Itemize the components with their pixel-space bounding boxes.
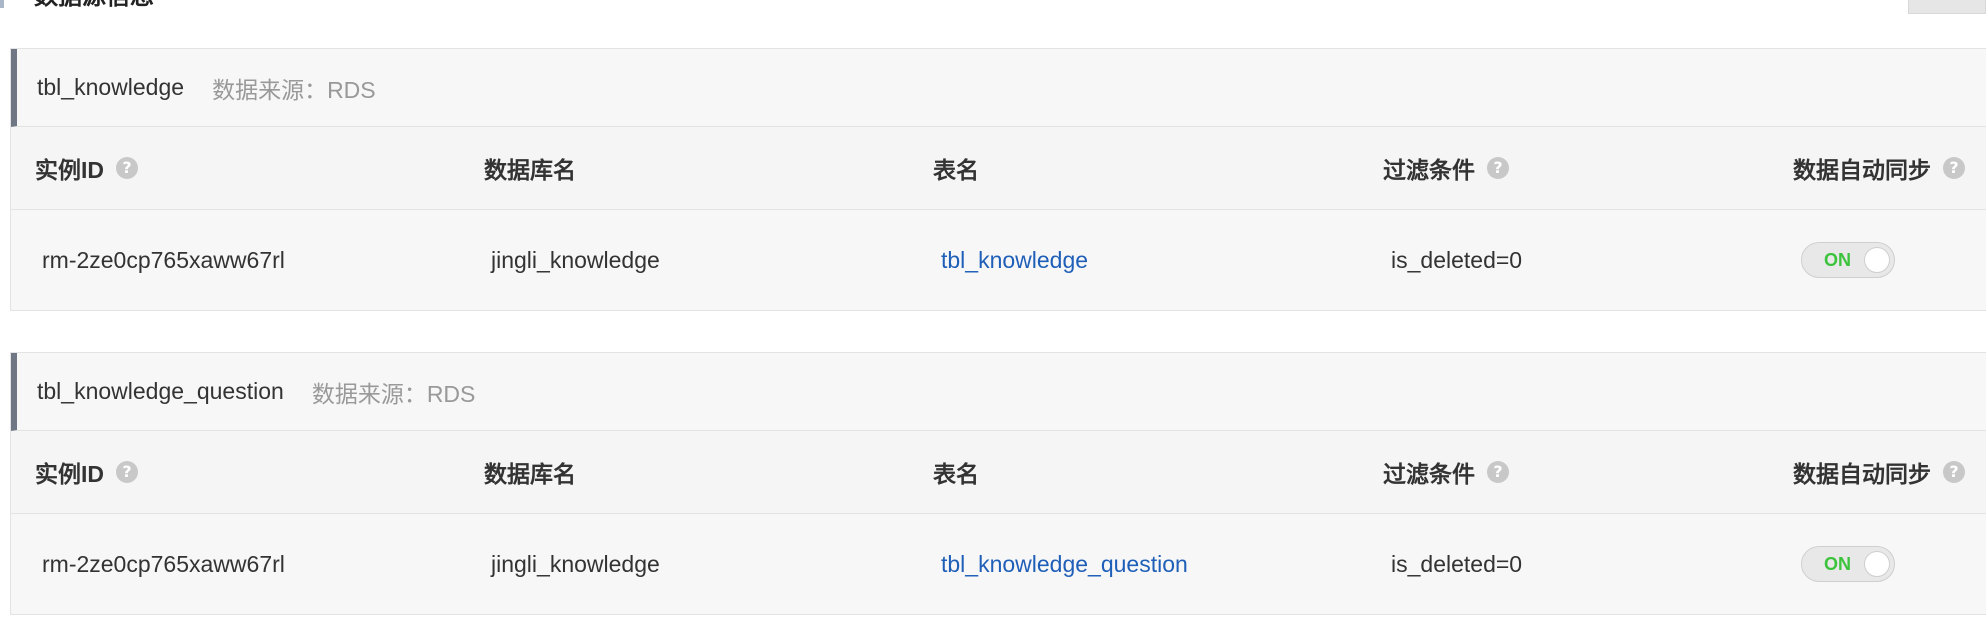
cell-table: tbl_knowledge_question [941,514,1188,614]
col-filter-label: 过滤条件 [1383,157,1475,183]
help-icon[interactable]: ? [1943,461,1965,483]
sync-toggle-label: ON [1824,250,1851,270]
table-link[interactable]: tbl_knowledge_question [941,551,1188,578]
page-title: 数据源信息 [0,0,154,9]
col-table-label: 表名 [933,157,979,183]
col-instance-id: 实例ID? [35,431,138,513]
col-database: 数据库名 [484,127,576,209]
help-icon[interactable]: ? [1943,157,1965,179]
col-filter: 过滤条件? [1383,127,1509,209]
cell-database: jingli_knowledge [491,246,660,273]
panel-table-name: tbl_knowledge [37,74,185,100]
help-icon[interactable]: ? [1487,157,1509,179]
panel-source-label: 数据来源：RDS [311,380,476,407]
col-instance-id-label: 实例ID [35,461,104,487]
panel-header: tbl_knowledge_question 数据来源：RDS [11,353,1986,431]
col-table: 表名 [933,127,979,209]
col-instance-id: 实例ID? [35,127,138,209]
col-sync: 数据自动同步? [1793,127,1965,209]
help-icon[interactable]: ? [116,157,138,179]
col-sync-label: 数据自动同步 [1793,157,1931,183]
source-panel: tbl_knowledge 数据来源：RDS 实例ID? 数据库名 表名 过滤条… [10,48,1986,311]
col-database-label: 数据库名 [484,157,576,183]
cell-filter: is_deleted=0 [1391,246,1523,273]
help-icon[interactable]: ? [1487,461,1509,483]
table-row: rm-2ze0cp765xaww67rl jingli_knowledge tb… [11,514,1986,614]
sync-toggle[interactable]: ON [1801,546,1895,582]
toggle-knob [1864,551,1890,577]
panel-table-name: tbl_knowledge_question [37,378,284,404]
col-database-label: 数据库名 [484,461,576,487]
cell-filter: is_deleted=0 [1391,550,1523,577]
cell-table: tbl_knowledge [941,210,1088,310]
help-icon[interactable]: ? [116,461,138,483]
table-header-row: 实例ID? 数据库名 表名 过滤条件? 数据自动同步? [11,127,1986,210]
col-table-label: 表名 [933,461,979,487]
cell-instance-id: rm-2ze0cp765xaww67rl [42,246,285,273]
cell-instance-id: rm-2ze0cp765xaww67rl [42,550,285,577]
cell-sync: ON [1801,210,1895,310]
col-database: 数据库名 [484,431,576,513]
source-panel: tbl_knowledge_question 数据来源：RDS 实例ID? 数据… [10,352,1986,615]
cell-database: jingli_knowledge [491,550,660,577]
col-filter-label: 过滤条件 [1383,461,1475,487]
sync-toggle[interactable]: ON [1801,242,1895,278]
panel-header: tbl_knowledge 数据来源：RDS [11,49,1986,127]
sync-toggle-label: ON [1824,554,1851,574]
table-link[interactable]: tbl_knowledge [941,247,1088,274]
col-table: 表名 [933,431,979,513]
panel-source-label: 数据来源：RDS [212,76,376,103]
toggle-knob [1864,247,1890,273]
top-right-button[interactable] [1908,0,1986,14]
col-sync-label: 数据自动同步 [1793,461,1931,487]
table-header-row: 实例ID? 数据库名 表名 过滤条件? 数据自动同步? [11,431,1986,514]
table-row: rm-2ze0cp765xaww67rl jingli_knowledge tb… [11,210,1986,310]
col-sync: 数据自动同步? [1793,431,1965,513]
col-instance-id-label: 实例ID [35,157,104,183]
col-filter: 过滤条件? [1383,431,1509,513]
cell-sync: ON [1801,514,1895,614]
